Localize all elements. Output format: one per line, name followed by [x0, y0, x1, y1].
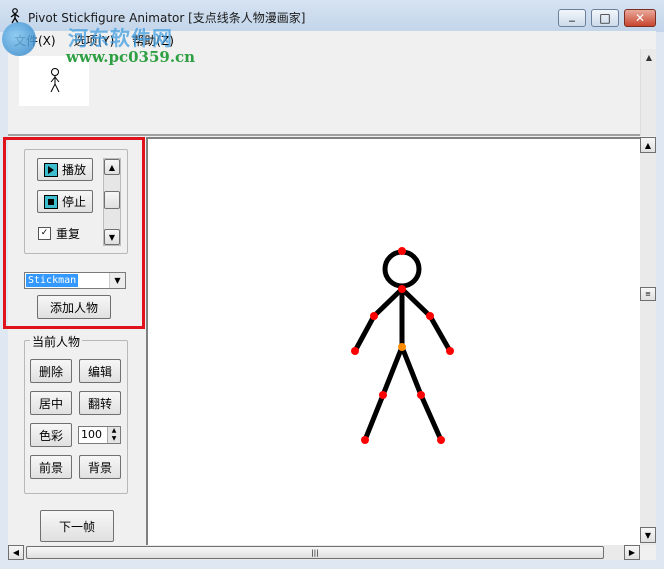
joint-handle[interactable] [446, 347, 454, 355]
watermark-url: www.pc0359.cn [66, 48, 196, 66]
stickfigure[interactable] [148, 139, 640, 545]
close-icon: ✕ [634, 11, 646, 25]
next-frame-button[interactable]: 下一帧 [40, 510, 114, 542]
joint-handle[interactable] [370, 312, 378, 320]
origin-joint-handle[interactable] [398, 343, 406, 351]
scroll-left-icon[interactable]: ◀ [8, 545, 24, 560]
minimize-icon: ‒ [568, 13, 576, 27]
drawing-canvas[interactable] [146, 137, 640, 545]
joint-handle[interactable] [361, 436, 369, 444]
flip-label: 翻转 [87, 396, 112, 411]
edit-label: 编辑 [87, 364, 112, 379]
minimize-button[interactable]: ‒ [558, 9, 586, 27]
joint-handle[interactable] [417, 391, 425, 399]
figure-left-shin [362, 392, 386, 443]
scroll-corner [640, 545, 656, 560]
figure-right-upper-arm [399, 286, 433, 319]
color-button[interactable]: 色彩 [30, 423, 72, 447]
next-frame-label: 下一帧 [58, 519, 95, 534]
horizontal-scroll-thumb[interactable]: ||| [26, 546, 604, 559]
opacity-value: 100 [81, 428, 102, 441]
close-button[interactable]: ✕ [624, 9, 656, 27]
current-figure-label: 当前人物 [30, 333, 83, 350]
figure-right-shin [418, 392, 444, 443]
stepper-up-icon[interactable]: ▲ [107, 427, 120, 435]
joint-handle[interactable] [398, 247, 406, 255]
opacity-stepper[interactable]: 100 ▲ ▼ [78, 426, 121, 444]
joint-handle[interactable] [379, 391, 387, 399]
color-label: 色彩 [38, 428, 63, 443]
maximize-icon: □ [599, 11, 611, 25]
watermark-logo [2, 22, 36, 56]
scroll-up-icon[interactable]: ▲ [640, 137, 656, 153]
stepper-down-icon[interactable]: ▼ [107, 435, 120, 443]
vertical-scroll-thumb[interactable]: ≡ [640, 287, 656, 301]
scroll-down-icon[interactable]: ▼ [640, 527, 656, 543]
foreground-button[interactable]: 前景 [30, 455, 72, 479]
horizontal-scrollbar[interactable]: ◀ ||| ▶ [8, 545, 640, 560]
watermark-title: 河东软件网 [68, 26, 173, 50]
figure-head [382, 249, 422, 289]
canvas-vertical-scrollbar[interactable]: ▲ ≡ ▼ [640, 137, 656, 545]
center-label: 居中 [38, 396, 63, 411]
joint-handle[interactable] [437, 436, 445, 444]
scroll-right-icon[interactable]: ▶ [624, 545, 640, 560]
figure-left-upper-arm [371, 286, 405, 319]
background-button[interactable]: 背景 [79, 455, 121, 479]
highlight-box [3, 137, 145, 329]
figure-right-forearm [427, 313, 453, 354]
foreground-label: 前景 [38, 460, 63, 475]
maximize-button[interactable]: □ [591, 9, 619, 27]
joint-handle[interactable] [398, 285, 406, 293]
joint-handle[interactable] [426, 312, 434, 320]
background-label: 背景 [87, 460, 112, 475]
joint-handle[interactable] [351, 347, 359, 355]
center-button[interactable]: 居中 [30, 391, 72, 415]
delete-button[interactable]: 删除 [30, 359, 72, 383]
edit-button[interactable]: 编辑 [79, 359, 121, 383]
figure-right-thigh [399, 344, 424, 398]
flip-button[interactable]: 翻转 [79, 391, 121, 415]
delete-label: 删除 [38, 364, 63, 379]
frames-scrollbar[interactable]: ▲ [640, 49, 656, 136]
figure-left-thigh [380, 344, 405, 398]
figure-left-forearm [352, 313, 377, 354]
scroll-up-icon[interactable]: ▲ [641, 53, 657, 62]
